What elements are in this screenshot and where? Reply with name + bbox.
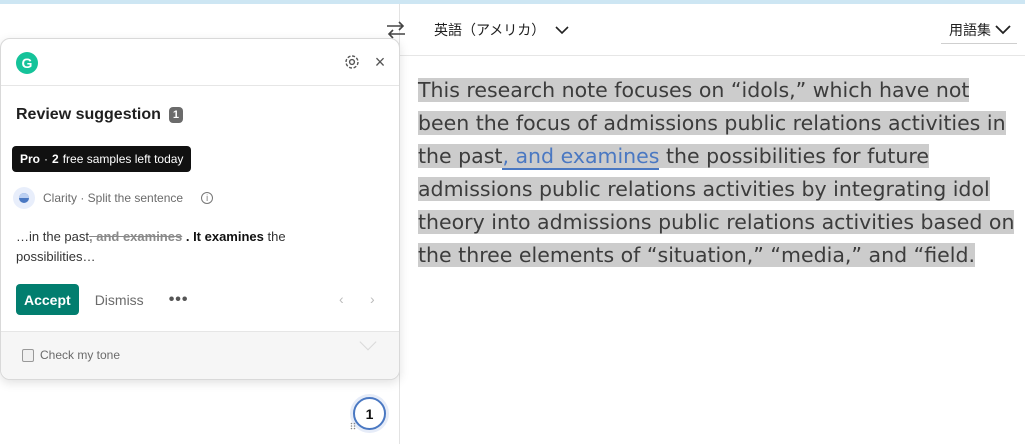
removed-text: , and examines: [89, 229, 183, 244]
tone-icon: [22, 348, 34, 362]
flagged-phrase[interactable]: , and examines: [502, 144, 660, 170]
review-title: Review suggestion: [16, 106, 161, 123]
info-icon[interactable]: i: [201, 192, 214, 204]
suggestion-actions: Accept Dismiss •••: [16, 284, 189, 315]
suggestion-prefix: …in the past: [16, 229, 89, 244]
target-language-select[interactable]: 英語（アメリカ）: [434, 20, 569, 40]
review-count-badge: 1: [168, 107, 183, 123]
pro-samples-tooltip: Pro · 2 free samples left today: [12, 146, 192, 172]
grammarly-suggestion-card: G × Review suggestion 1 Pro · 2 free sam…: [0, 38, 400, 380]
check-tone-button[interactable]: Check my tone: [22, 348, 120, 362]
gear-icon[interactable]: [343, 53, 361, 71]
suggestion-preview: …in the past, and examines . It examines…: [16, 227, 316, 267]
grammarly-logo-icon: G: [16, 52, 38, 74]
pro-separator: ·: [44, 152, 49, 166]
chevron-down-icon: [995, 24, 1011, 34]
more-options-button[interactable]: •••: [169, 291, 189, 309]
pro-samples-count: 2: [52, 152, 59, 166]
pro-label: Pro: [20, 152, 41, 166]
tone-label: Check my tone: [40, 348, 121, 362]
translated-text[interactable]: This research note focuses on “idols,” w…: [418, 74, 1018, 272]
review-heading: Review suggestion 1: [16, 106, 183, 124]
language-bar: 英語（アメリカ） 用語集: [387, 4, 1025, 56]
card-header: G ×: [1, 39, 399, 86]
inserted-text: . It examines: [185, 229, 264, 244]
accept-button[interactable]: Accept: [16, 284, 79, 315]
pro-samples-text: free samples left today: [62, 152, 184, 166]
previous-suggestion-button[interactable]: ‹: [339, 291, 344, 307]
target-language-label: 英語（アメリカ）: [434, 22, 546, 38]
translation-pane: 英語（アメリカ） 用語集 This research note focuses …: [387, 4, 1025, 444]
dismiss-button[interactable]: Dismiss: [95, 292, 144, 308]
glossary-label: 用語集: [949, 21, 991, 38]
drag-handle-icon[interactable]: [350, 422, 356, 430]
clarity-icon: [13, 187, 35, 209]
close-icon[interactable]: ×: [371, 53, 389, 71]
card-footer: Check my tone: [1, 331, 399, 379]
suggestion-category: Clarity · Split the sentence i: [13, 187, 214, 209]
grammarly-counter-button[interactable]: 1: [353, 397, 386, 430]
category-label: Clarity · Split the sentence: [43, 191, 184, 205]
chevron-down-icon: [555, 25, 569, 34]
glossary-button[interactable]: 用語集: [941, 16, 1017, 44]
next-suggestion-button[interactable]: ›: [370, 291, 375, 307]
